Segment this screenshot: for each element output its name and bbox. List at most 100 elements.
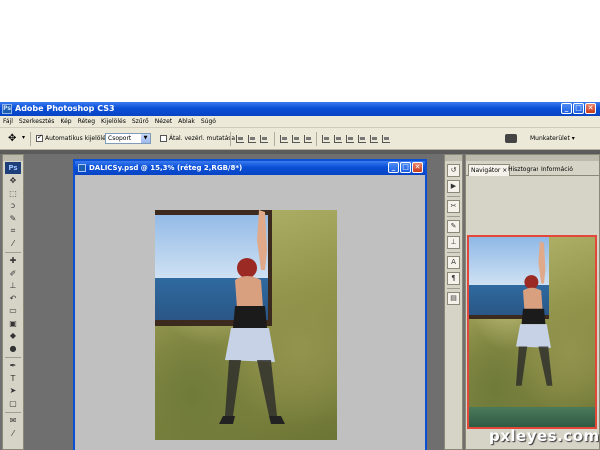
pen-tool-icon[interactable]: ✒ xyxy=(3,360,23,373)
photo-canvas[interactable] xyxy=(155,210,337,440)
maximize-button[interactable]: □ xyxy=(573,103,584,114)
document-titlebar[interactable]: DALICSy.psd @ 15,3% (réteg 2,RGB/8*) _ □… xyxy=(75,161,425,175)
align-top-icon[interactable] xyxy=(236,135,244,143)
healing-brush-icon[interactable]: ✚ xyxy=(3,255,23,268)
gradient-tool-icon[interactable]: ▣ xyxy=(3,318,23,331)
dock-grip[interactable] xyxy=(445,155,462,161)
menu-bar: Fájl Szerkesztés Kép Réteg Kijelölés Szűrő Néz… xyxy=(0,116,600,128)
auto-select-target-value: Csoport xyxy=(108,135,132,142)
history-brush-icon[interactable]: ↶ xyxy=(3,293,23,306)
blur-tool-icon[interactable]: ◆ xyxy=(3,330,23,343)
menu-layer[interactable]: Réteg xyxy=(75,116,98,128)
quick-select-tool-icon[interactable]: ✎ xyxy=(3,213,23,226)
notes-tool-icon[interactable]: ✉ xyxy=(3,415,23,428)
align-bottom-icon[interactable] xyxy=(260,135,268,143)
distribute-hcenter-icon[interactable] xyxy=(370,135,378,143)
separator xyxy=(5,252,21,253)
close-button[interactable]: ✕ xyxy=(585,103,596,114)
move-tool-icon[interactable]: ✥ xyxy=(3,175,23,188)
actions-panel-icon[interactable]: ▶ xyxy=(447,180,460,193)
distribute-right-icon[interactable] xyxy=(382,135,390,143)
eyedropper-tool-icon[interactable]: ⁄ xyxy=(3,238,23,251)
brush-tool-icon[interactable]: ✐ xyxy=(3,268,23,281)
distribute-left-icon[interactable] xyxy=(358,135,366,143)
window-titlebar[interactable]: Ps Adobe Photoshop CS3 _ □ ✕ xyxy=(0,102,600,116)
eraser-tool-icon[interactable]: ▭ xyxy=(3,305,23,318)
menu-edit[interactable]: Szerkesztés xyxy=(16,116,58,128)
tab-histogram[interactable]: Hisztogram xyxy=(506,164,538,176)
path-select-icon[interactable]: ➤ xyxy=(3,385,23,398)
navigator-view-box[interactable] xyxy=(467,235,597,429)
photo-person xyxy=(219,210,285,424)
tool-preset-dropdown-icon[interactable]: ▾ xyxy=(22,134,25,141)
document-close-button[interactable]: ✕ xyxy=(412,162,423,173)
navigator-body xyxy=(466,177,599,449)
lasso-tool-icon[interactable]: ↄ xyxy=(3,200,23,213)
move-tool-icon[interactable]: ✥ xyxy=(8,133,20,145)
tab-navigator[interactable]: Navigátor × xyxy=(468,164,511,176)
eyedropper-sample-icon[interactable]: ⁄ xyxy=(3,428,23,441)
document-minimize-button[interactable]: _ xyxy=(388,162,399,173)
menu-filter[interactable]: Szűrő xyxy=(129,116,152,128)
align-left-icon[interactable] xyxy=(280,135,288,143)
workspace-icon[interactable] xyxy=(505,134,517,143)
auto-select-checkbox[interactable] xyxy=(36,133,43,142)
menu-window[interactable]: Ablak xyxy=(175,116,198,128)
distribute-top-icon[interactable] xyxy=(322,135,330,143)
brushes-panel-icon[interactable]: ✎ xyxy=(447,220,460,233)
thumbnail-person xyxy=(516,241,553,386)
navigator-thumbnail xyxy=(469,237,595,427)
collapsed-panel-dock: ↺ ▶ ✂ ✎ ⊥ A ¶ ▤ xyxy=(444,154,463,450)
document-maximize-button[interactable]: □ xyxy=(400,162,411,173)
align-hcenter-icon[interactable] xyxy=(292,135,300,143)
separator xyxy=(447,252,460,253)
auto-select-target-select[interactable]: Csoport ▼ xyxy=(105,133,151,144)
panel-tabs: Navigátor × Hisztogram Információ xyxy=(466,163,600,176)
clone-source-icon[interactable]: ⊥ xyxy=(447,236,460,249)
menu-file[interactable]: Fájl xyxy=(0,116,16,128)
distribute-bottom-icon[interactable] xyxy=(346,135,354,143)
options-bar: ✥ ▾ Automatikus kijelölés: Csoport ▼ Áta… xyxy=(0,128,600,150)
separator xyxy=(447,216,460,217)
document-window: DALICSy.psd @ 15,3% (réteg 2,RGB/8*) _ □… xyxy=(73,159,427,450)
menu-help[interactable]: Súgó xyxy=(198,116,219,128)
clone-stamp-icon[interactable]: ⊥ xyxy=(3,280,23,293)
separator xyxy=(230,132,231,146)
tab-navigator-label: Navigátor xyxy=(471,167,501,174)
align-right-icon[interactable] xyxy=(304,135,312,143)
show-transform-checkbox[interactable] xyxy=(160,135,167,142)
thumbnail-floor xyxy=(469,407,595,427)
watermark: pxleyes.com xyxy=(489,427,600,445)
photoshop-logo: Ps xyxy=(5,162,21,174)
distribute-vcenter-icon[interactable] xyxy=(334,135,342,143)
crop-tool-icon[interactable]: ⌗ xyxy=(3,225,23,238)
menu-view[interactable]: Nézet xyxy=(152,116,175,128)
separator xyxy=(447,196,460,197)
separator xyxy=(274,132,275,146)
marquee-tool-icon[interactable]: ⬚ xyxy=(3,188,23,201)
photoshop-app-icon: Ps xyxy=(2,104,12,114)
toolbox-grip[interactable] xyxy=(3,155,23,161)
character-panel-icon[interactable]: A xyxy=(447,256,460,269)
toolbox: Ps ✥ ⬚ ↄ ✎ ⌗ ⁄ ✚ ✐ ⊥ ↶ ▭ ▣ ◆ ● ✒ T ➤ ▢ ✉… xyxy=(2,154,24,450)
dodge-tool-icon[interactable]: ● xyxy=(3,343,23,356)
panel-grip[interactable] xyxy=(466,155,599,161)
layer-comps-icon[interactable]: ▤ xyxy=(447,292,460,305)
history-panel-icon[interactable]: ↺ xyxy=(447,164,460,177)
show-transform-label: Átal. vezérl. mutatása xyxy=(169,135,236,142)
paragraph-panel-icon[interactable]: ¶ xyxy=(447,272,460,285)
tab-info[interactable]: Információ xyxy=(539,164,575,176)
separator xyxy=(447,288,460,289)
align-vcenter-icon[interactable] xyxy=(248,135,256,143)
menu-select[interactable]: Kijelölés xyxy=(98,116,129,128)
separator xyxy=(5,412,21,413)
workspace-menu[interactable]: Munkaterület ▾ xyxy=(530,134,575,143)
separator xyxy=(30,132,31,146)
type-tool-icon[interactable]: T xyxy=(3,373,23,386)
tool-presets-icon[interactable]: ✂ xyxy=(447,200,460,213)
document-canvas-area[interactable] xyxy=(75,175,425,450)
minimize-button[interactable]: _ xyxy=(561,103,572,114)
menu-image[interactable]: Kép xyxy=(57,116,74,128)
shape-tool-icon[interactable]: ▢ xyxy=(3,398,23,411)
separator xyxy=(5,357,21,358)
